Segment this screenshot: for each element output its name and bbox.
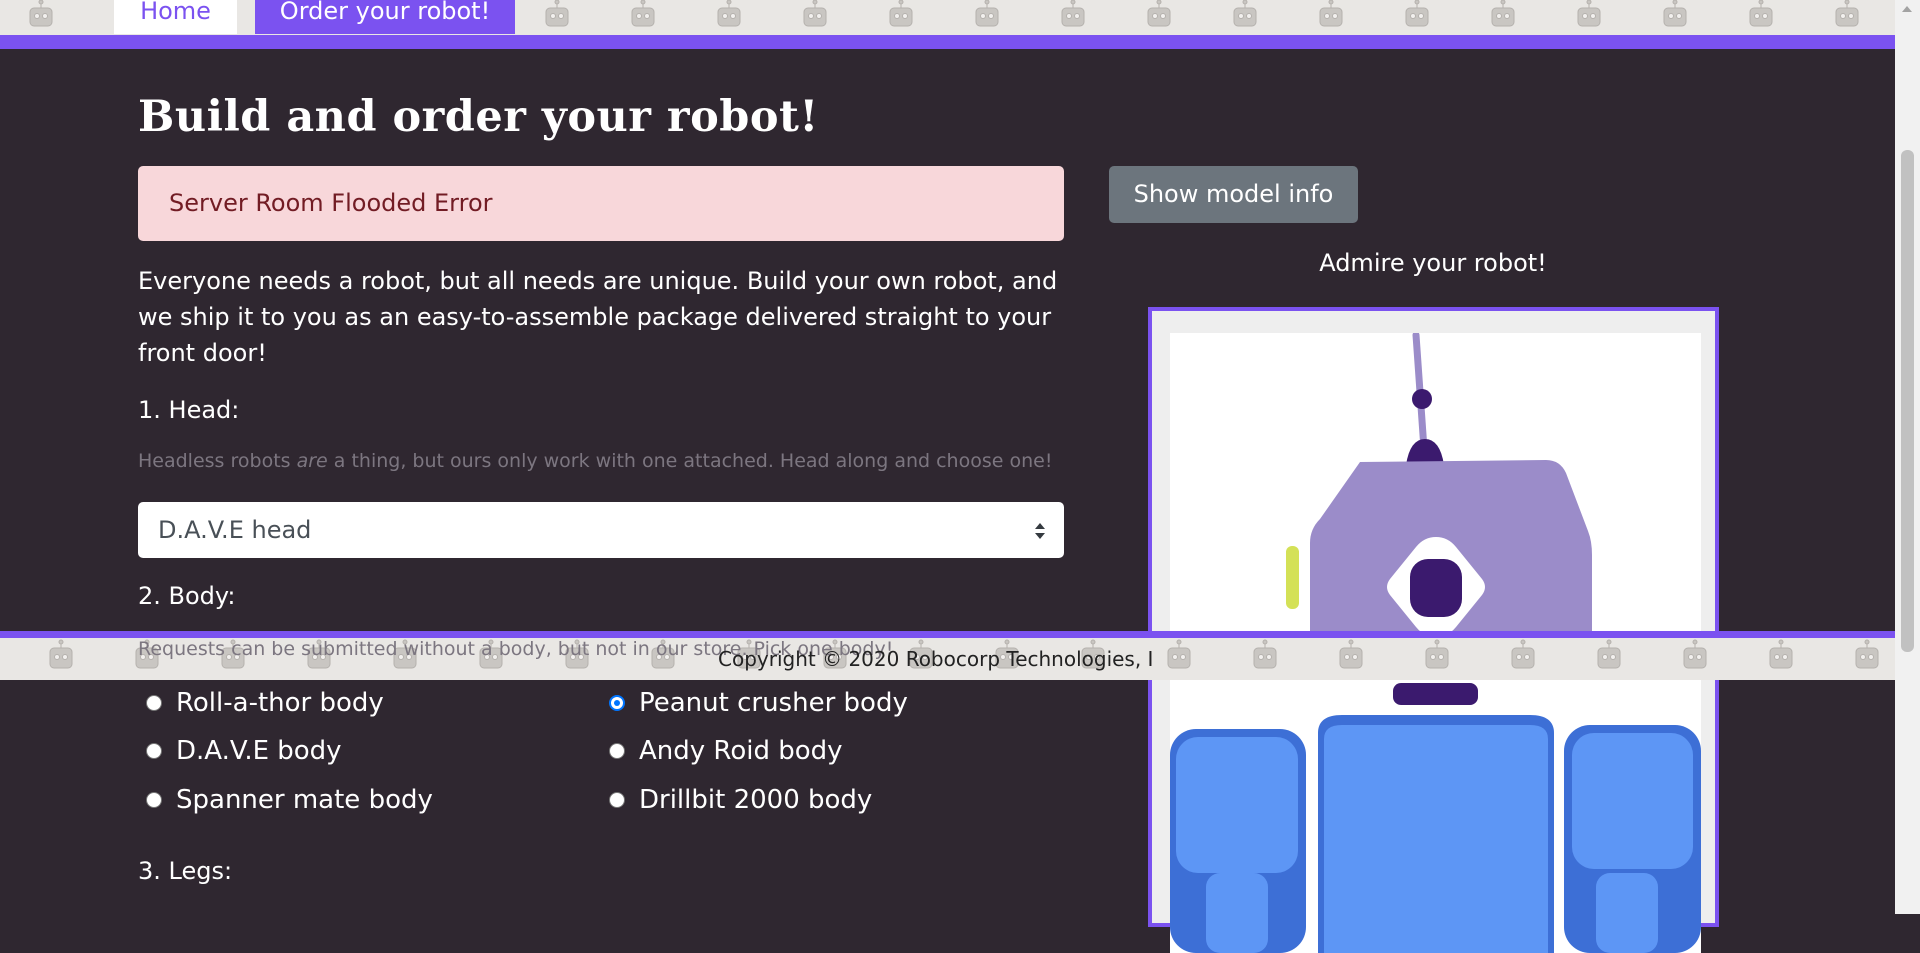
error-alert: Server Room Flooded Error <box>138 166 1064 241</box>
body-option-dave[interactable]: D.A.V.E body <box>146 736 342 766</box>
nav-order-link[interactable]: Order your robot! <box>255 0 515 34</box>
radio-label: Spanner mate body <box>176 785 433 815</box>
radio-drillbit[interactable] <box>609 792 625 808</box>
radio-label: Peanut crusher body <box>639 688 908 718</box>
body-option-drillbit[interactable]: Drillbit 2000 body <box>609 785 872 815</box>
body-option-peanut-crusher[interactable]: Peanut crusher body <box>609 688 908 718</box>
radio-roll-a-thor[interactable] <box>146 695 162 711</box>
page-title: Build and order your robot! <box>138 92 819 142</box>
head-helper-text: Headless robots are a thing, but ours on… <box>138 450 1053 472</box>
radio-label: Drillbit 2000 body <box>639 785 873 815</box>
nav-home-link[interactable]: Home <box>114 0 237 34</box>
intro-paragraph: Everyone needs a robot, but all needs ar… <box>138 267 1058 367</box>
admire-heading: Admire your robot! <box>1319 249 1547 277</box>
radio-andy-roid[interactable] <box>609 743 625 759</box>
body-label: 2. Body: <box>138 582 236 610</box>
radio-peanut-crusher[interactable] <box>609 695 625 711</box>
show-model-info-button[interactable]: Show model info <box>1109 166 1358 223</box>
site-footer: Requests can be submitted without a body… <box>0 638 1895 680</box>
body-option-spanner-mate[interactable]: Spanner mate body <box>146 785 433 815</box>
footer-accent-bar <box>0 631 1895 638</box>
radio-label: D.A.V.E body <box>176 736 342 766</box>
vertical-scrollbar[interactable] <box>1895 0 1920 914</box>
radio-label: Roll-a-thor body <box>176 688 384 718</box>
radio-label: Andy Roid body <box>639 736 843 766</box>
body-option-andy-roid[interactable]: Andy Roid body <box>609 736 843 766</box>
select-arrows-icon <box>1035 523 1045 539</box>
legs-label: 3. Legs: <box>138 857 233 885</box>
radio-dave[interactable] <box>146 743 162 759</box>
head-select[interactable]: D.A.V.E head <box>138 502 1064 558</box>
scrollbar-thumb[interactable] <box>1901 150 1914 652</box>
body-option-roll-a-thor[interactable]: Roll-a-thor body <box>146 688 384 718</box>
head-label: 1. Head: <box>138 396 240 424</box>
header-accent-bar <box>0 35 1895 49</box>
scroll-up-arrow-icon[interactable] <box>1902 6 1912 12</box>
robot-preview-frame <box>1148 307 1719 953</box>
site-header: Home Order your robot! <box>0 0 1895 35</box>
footer-copyright: Copyright © 2020 Robocorp Technologies, … <box>718 647 1154 671</box>
head-select-value: D.A.V.E head <box>158 516 312 544</box>
radio-spanner-mate[interactable] <box>146 792 162 808</box>
